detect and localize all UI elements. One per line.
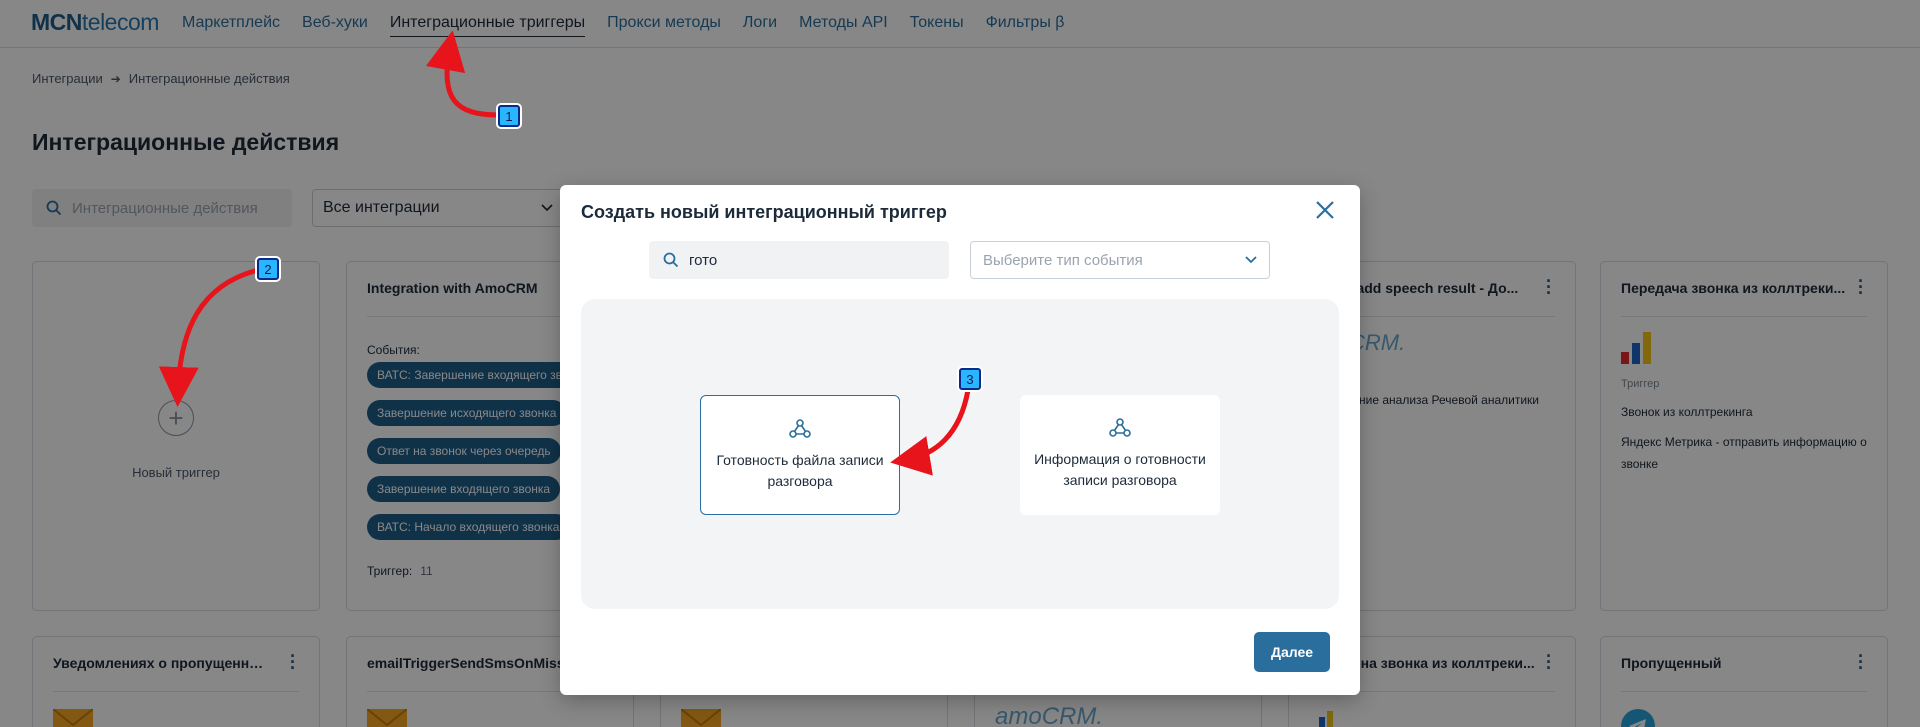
close-icon[interactable] [1314, 199, 1336, 221]
event-type-select[interactable]: Выберите тип события [970, 241, 1270, 279]
trigger-option-recording-file-ready[interactable]: Готовность файла записи разговора [700, 395, 900, 515]
search-icon [663, 252, 679, 268]
trigger-search-value: гото [689, 251, 718, 269]
annotation-badge-1: 1 [498, 105, 520, 127]
next-button[interactable]: Далее [1254, 632, 1330, 672]
event-type-placeholder: Выберите тип события [983, 251, 1143, 269]
webhook-icon [789, 419, 811, 438]
trigger-search-input[interactable]: гото [649, 241, 949, 279]
modal-title: Создать новый интеграционный триггер [581, 202, 947, 222]
trigger-option-recording-info[interactable]: Информация о готовности записи разговора [1020, 395, 1220, 515]
annotation-badge-3: 3 [959, 368, 981, 390]
trigger-option-label: Информация о готовности записи разговора [1034, 451, 1206, 488]
annotation-badge-2: 2 [257, 258, 279, 280]
trigger-option-label: Готовность файла записи разговора [716, 452, 884, 489]
webhook-icon [1109, 418, 1131, 437]
trigger-options-area: Готовность файла записи разговора Информ… [581, 299, 1339, 609]
chevron-down-icon [1245, 256, 1257, 264]
create-trigger-modal: Создать новый интеграционный триггер гот… [560, 185, 1360, 695]
